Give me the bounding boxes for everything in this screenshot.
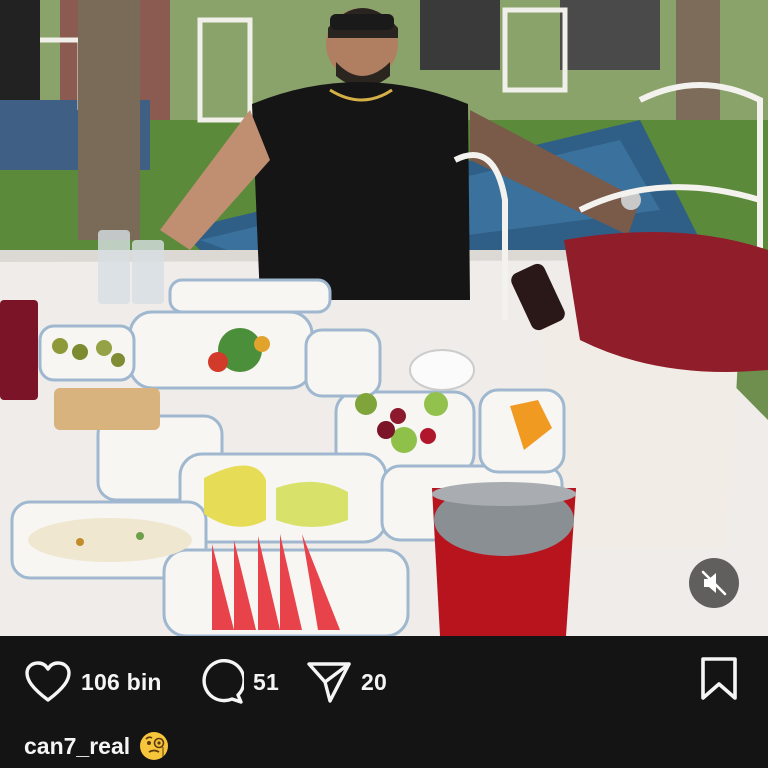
username[interactable]: can7_real [24,733,130,760]
send-icon [307,662,351,703]
like-count: 106 bin [81,668,162,695]
comment-count: 51 [253,668,279,695]
like-button[interactable]: 106 bin [24,657,162,707]
face-with-monocle-emoji-icon [140,732,169,760]
comment-bubble-icon [202,659,244,704]
speaker-muted-icon [701,570,727,596]
heart-icon [25,661,71,702]
share-count: 20 [361,668,387,695]
caption: can7_real [24,728,170,764]
share-button[interactable]: 20 [306,657,387,707]
post-photo [0,0,768,636]
save-button[interactable] [698,656,740,707]
post-media[interactable] [0,0,768,636]
mute-button[interactable] [689,558,739,608]
bookmark-icon [701,657,737,700]
comment-button[interactable]: 51 [198,657,279,707]
